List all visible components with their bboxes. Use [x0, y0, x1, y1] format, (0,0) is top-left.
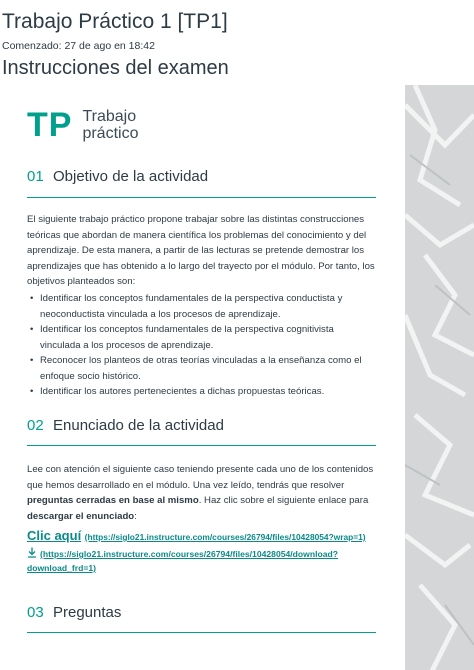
statement-bold-text: preguntas cerradas en base al mismo [27, 495, 199, 506]
decorative-banner-image [405, 85, 474, 670]
statement-paragraph: Lee con atención el siguiente caso tenie… [27, 462, 377, 524]
page-title: Trabajo Práctico 1 [TP1] [2, 10, 228, 33]
list-item: Identificar los conceptos fundamentales … [27, 322, 377, 353]
statement-text: Lee con atención el siguiente caso tenie… [27, 464, 374, 491]
statement-text: : [134, 510, 137, 522]
instructions-heading: Instrucciones del examen [2, 57, 229, 79]
list-item: Identificar los autores pertenecientes a… [27, 384, 377, 400]
logo-text-line2: práctico [82, 125, 139, 142]
logo-text: Trabajo práctico [82, 108, 138, 142]
section-divider [27, 632, 376, 633]
started-timestamp: Comenzado: 27 de ago en 18:42 [2, 40, 155, 52]
trabajo-practico-logo: TP Trabajo práctico [27, 108, 138, 142]
section-number: 01 [27, 168, 44, 185]
section-number: 02 [27, 417, 44, 434]
section-number: 03 [27, 604, 44, 621]
statement-text: . Haz clic sobre el siguiente enlace par… [198, 495, 369, 506]
objective-paragraph: El siguiente trabajo práctico propone tr… [27, 214, 375, 287]
list-item: Reconocer los planteos de otras teorías … [27, 353, 377, 384]
section-01-header: 01 Objetivo de la actividad [27, 168, 376, 185]
section-title: Preguntas [53, 604, 122, 621]
download-url[interactable]: (https://siglo21.instructure.com/courses… [27, 549, 338, 573]
link-url[interactable]: (https://siglo21.instructure.com/courses… [85, 532, 366, 542]
section-divider [27, 445, 376, 446]
logo-text-line1: Trabajo [82, 108, 137, 125]
logo-mark: TP [27, 106, 73, 144]
section-title: Enunciado de la actividad [53, 417, 224, 434]
statement-link[interactable]: Clic aquí (https://siglo21.instructure.c… [27, 528, 366, 543]
statement-bold-text: descargar el enunciado [27, 510, 135, 522]
section-title: Objetivo de la actividad [53, 168, 209, 185]
section-03-header: 03 Preguntas [27, 604, 376, 621]
section-divider [27, 197, 376, 198]
click-here-link[interactable]: Clic aquí [27, 528, 81, 543]
section-02-header: 02 Enunciado de la actividad [27, 417, 376, 434]
download-icon [28, 547, 36, 558]
objectives-list: Identificar los conceptos fundamentales … [27, 291, 377, 400]
download-link[interactable]: (https://siglo21.instructure.com/courses… [27, 547, 372, 575]
list-item: Identificar los conceptos fundamentales … [27, 291, 377, 322]
